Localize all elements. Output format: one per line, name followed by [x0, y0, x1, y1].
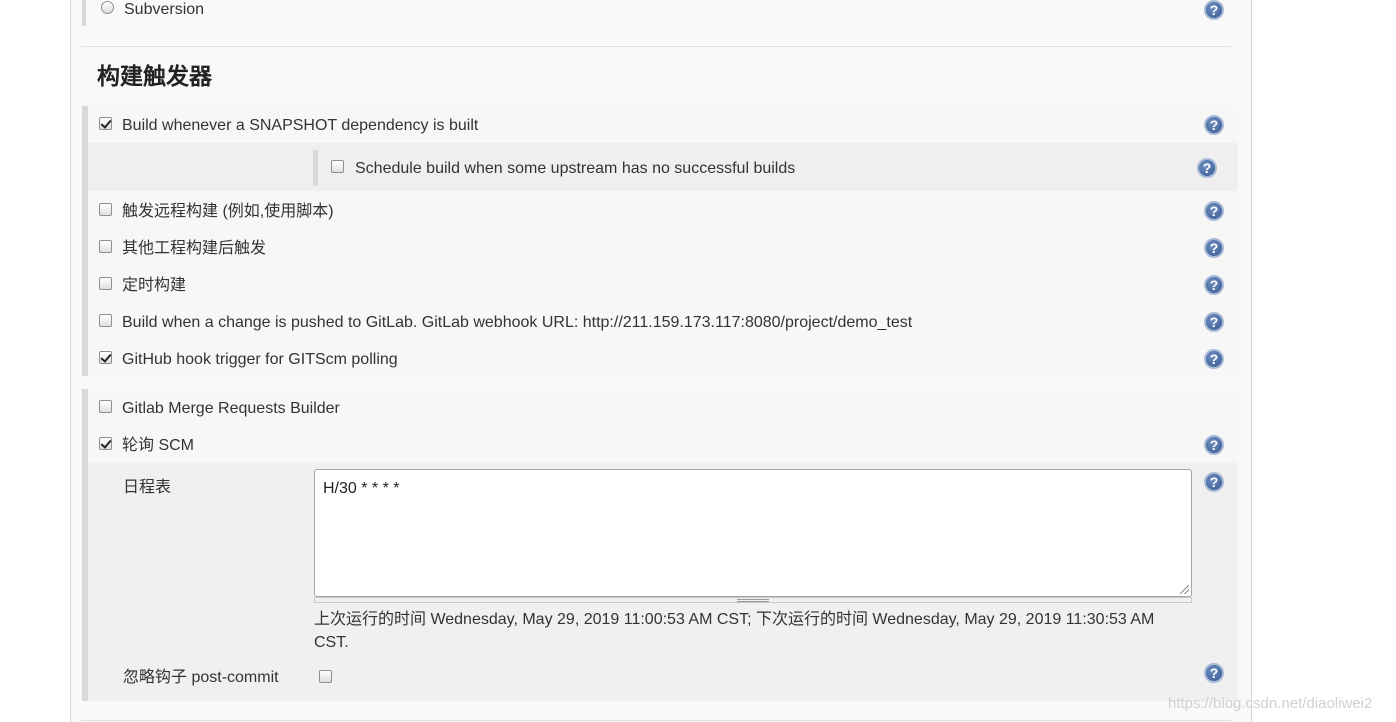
schedule-textarea[interactable]: H/30 * * * *	[314, 469, 1192, 597]
poll-scm-checkbox[interactable]	[99, 437, 112, 450]
upstream-no-success-label: Schedule build when some upstream has no…	[355, 160, 796, 177]
subversion-radio[interactable]	[101, 1, 114, 14]
textarea-resize-handle[interactable]	[314, 597, 1192, 603]
ignore-post-commit-checkbox[interactable]	[319, 670, 332, 683]
github-hook-checkbox[interactable]	[99, 351, 112, 364]
poll-scm-label: 轮询 SCM	[122, 437, 195, 454]
ignore-post-commit-label: 忽略钩子 post-commit	[123, 669, 279, 686]
upstream-no-success-checkbox[interactable]	[331, 160, 344, 173]
gitlab-mr-label: Gitlab Merge Requests Builder	[122, 400, 340, 417]
help-icon[interactable]: ?	[1204, 472, 1224, 492]
help-icon[interactable]: ?	[1204, 0, 1224, 20]
remote-trigger-label: 触发远程构建 (例如,使用脚本)	[122, 203, 334, 220]
github-hook-label: GitHub hook trigger for GITScm polling	[122, 351, 398, 368]
section-divider	[81, 46, 1231, 47]
build-after-other-label: 其他工程构建后触发	[122, 240, 267, 257]
help-icon[interactable]: ?	[1204, 663, 1224, 683]
help-icon[interactable]: ?	[1204, 349, 1224, 369]
nested-bar	[313, 150, 318, 186]
section-bar	[82, 0, 86, 26]
section-title: 构建触发器	[97, 63, 212, 89]
snapshot-dependency-label: Build whenever a SNAPSHOT dependency is …	[122, 117, 479, 134]
help-icon[interactable]: ?	[1204, 238, 1224, 258]
periodic-build-checkbox[interactable]	[99, 277, 112, 290]
help-icon[interactable]: ?	[1197, 158, 1217, 178]
schedule-value: H/30 * * * *	[323, 480, 400, 497]
help-icon[interactable]: ?	[1204, 312, 1224, 332]
watermark-text: https://blog.csdn.net/diaoliwei2	[1168, 695, 1373, 712]
help-icon[interactable]: ?	[1204, 115, 1224, 135]
config-panel: Subversion ? 构建触发器 Build whenever a SNAP…	[70, 0, 1252, 722]
help-icon[interactable]: ?	[1204, 201, 1224, 221]
remote-trigger-checkbox[interactable]	[99, 203, 112, 216]
gitlab-push-checkbox[interactable]	[99, 314, 112, 327]
help-icon[interactable]: ?	[1204, 275, 1224, 295]
periodic-build-label: 定时构建	[122, 277, 187, 294]
run-info-text: 上次运行的时间 Wednesday, May 29, 2019 11:00:53…	[314, 611, 1155, 628]
schedule-label: 日程表	[123, 479, 172, 496]
snapshot-dependency-checkbox[interactable]	[99, 117, 112, 130]
build-after-other-checkbox[interactable]	[99, 240, 112, 253]
section-divider	[81, 720, 1231, 721]
help-icon[interactable]: ?	[1204, 435, 1224, 455]
run-info-text-cont: CST.	[314, 634, 349, 651]
subversion-label: Subversion	[124, 1, 205, 18]
gitlab-push-label: Build when a change is pushed to GitLab.…	[122, 314, 913, 331]
gitlab-mr-checkbox[interactable]	[99, 400, 112, 413]
resize-grip-icon[interactable]	[1180, 585, 1189, 594]
